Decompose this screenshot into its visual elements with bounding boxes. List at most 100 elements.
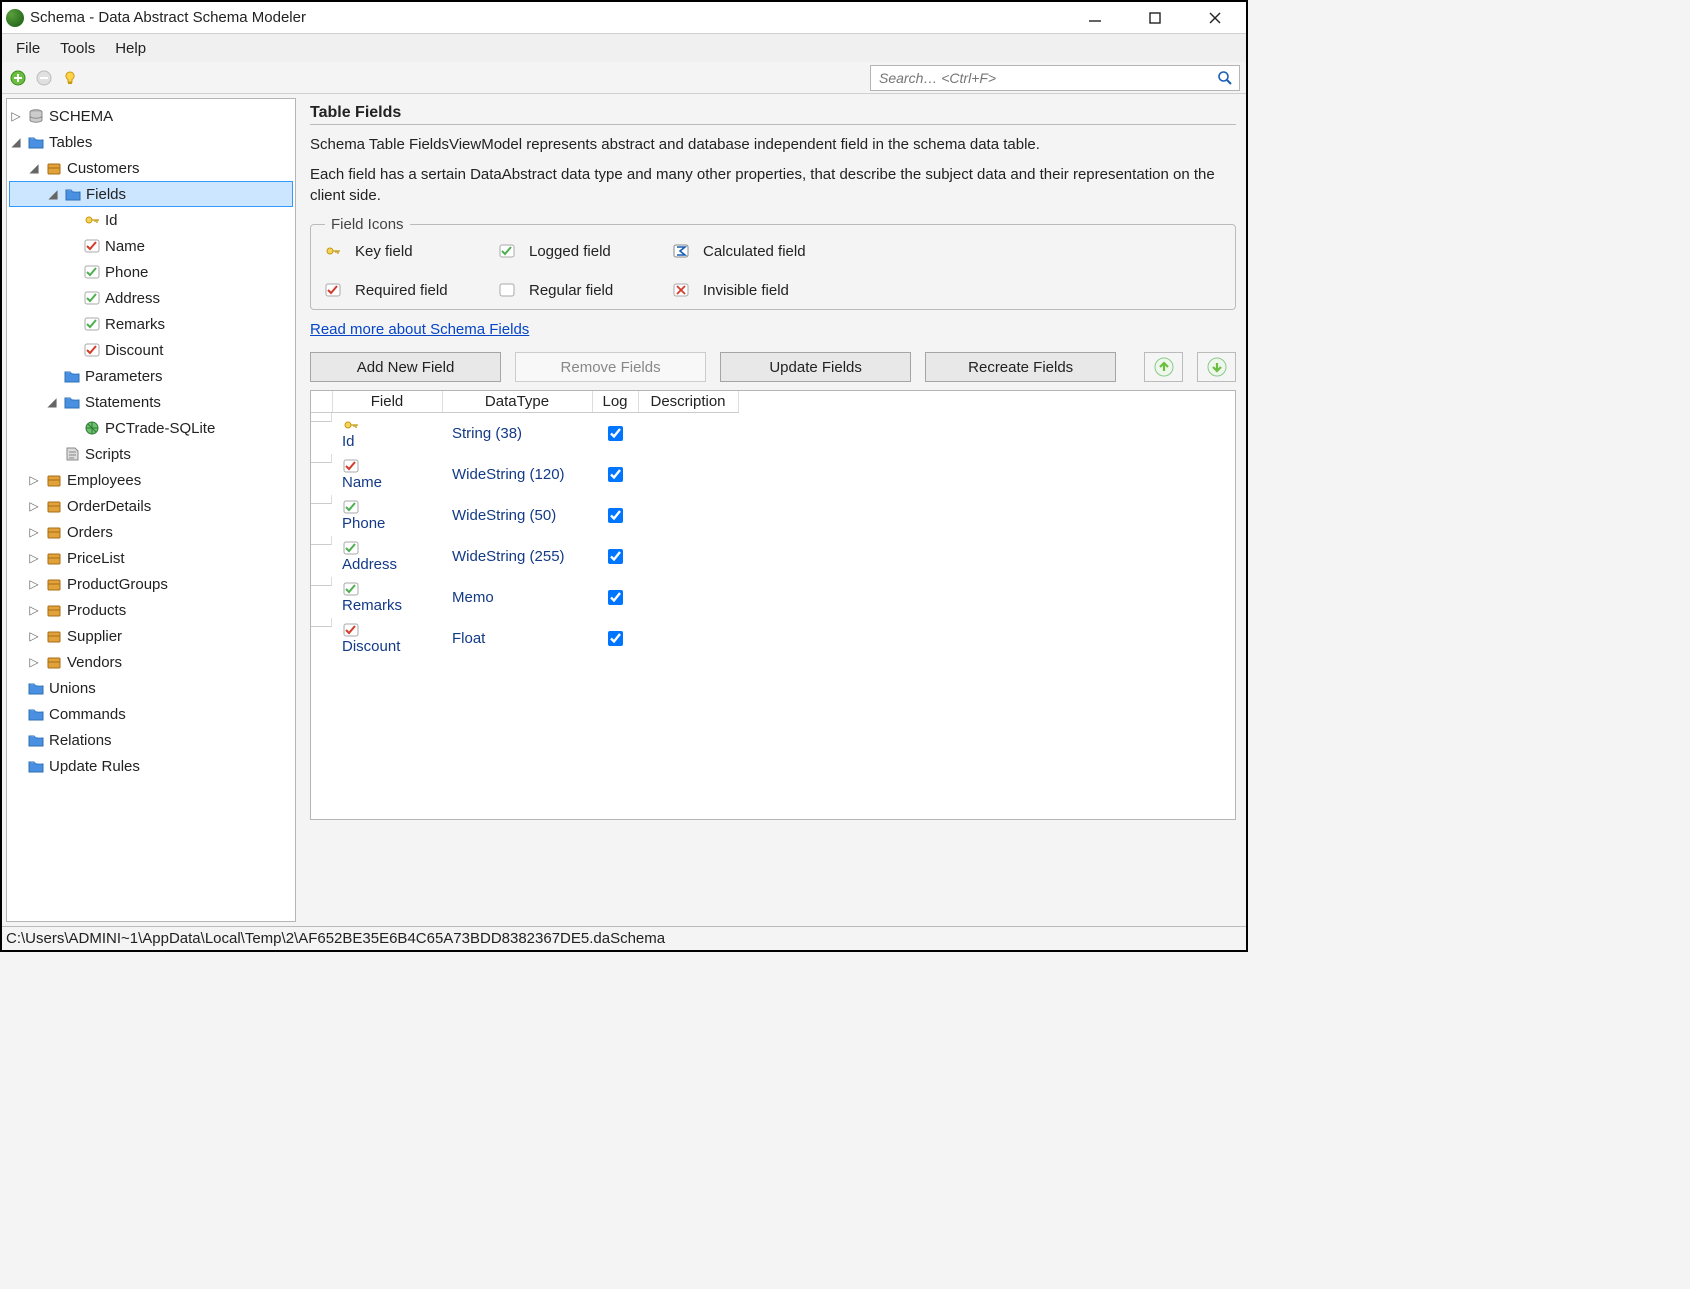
table-row[interactable]: PhoneWideString (50)	[311, 495, 738, 536]
tree-label[interactable]: Orders	[67, 524, 113, 541]
expand-toggle[interactable]: ▷	[27, 551, 41, 565]
tree-label[interactable]: Remarks	[105, 316, 165, 333]
icon-label: Key field	[355, 243, 413, 260]
readmore-link[interactable]: Read more about Schema Fields	[310, 321, 529, 338]
add-new-field-button[interactable]: Add New Field	[310, 352, 501, 382]
expand-toggle[interactable]: ▷	[9, 109, 23, 123]
folder-icon	[63, 394, 81, 410]
tree-label[interactable]: Statements	[85, 394, 161, 411]
grid-cell-log-checkbox[interactable]	[608, 631, 623, 646]
grid-row-handle[interactable]	[311, 495, 332, 504]
required-field-icon	[83, 342, 101, 358]
recreate-fields-button[interactable]: Recreate Fields	[925, 352, 1116, 382]
update-fields-button[interactable]: Update Fields	[720, 352, 911, 382]
table-icon	[45, 472, 63, 488]
table-icon	[45, 628, 63, 644]
table-row[interactable]: IdString (38)	[311, 413, 738, 455]
grid-row-handle[interactable]	[311, 536, 332, 545]
grid-header-datatype[interactable]: DataType	[442, 391, 592, 413]
grid-cell-log-checkbox[interactable]	[608, 549, 623, 564]
expand-toggle[interactable]: ◢	[45, 395, 59, 409]
tree-label[interactable]: Commands	[49, 706, 126, 723]
tree-label[interactable]: Address	[105, 290, 160, 307]
tree-label[interactable]: Fields	[86, 186, 126, 203]
grid-cell-field: Remarks	[342, 597, 402, 614]
tree-label[interactable]: Vendors	[67, 654, 122, 671]
grid-cell-datatype: String (38)	[452, 425, 522, 442]
maximize-button[interactable]	[1134, 4, 1176, 32]
expand-toggle[interactable]: ▷	[27, 499, 41, 513]
close-button[interactable]	[1194, 4, 1236, 32]
table-row[interactable]: DiscountFloat	[311, 618, 738, 659]
tree-label[interactable]: Name	[105, 238, 145, 255]
tree-label[interactable]: Phone	[105, 264, 148, 281]
grid-cell-log-checkbox[interactable]	[608, 508, 623, 523]
expand-toggle[interactable]: ▷	[27, 603, 41, 617]
tree-label[interactable]: Discount	[105, 342, 163, 359]
expand-toggle[interactable]: ◢	[27, 161, 41, 175]
window-title: Schema - Data Abstract Schema Modeler	[30, 9, 1074, 26]
grid-cell-log-checkbox[interactable]	[608, 467, 623, 482]
grid-header-log[interactable]: Log	[592, 391, 638, 413]
page-title: Table Fields	[310, 104, 1236, 125]
expand-toggle[interactable]: ▷	[27, 577, 41, 591]
tree-label[interactable]: Id	[105, 212, 118, 229]
grid-header-field[interactable]: Field	[332, 391, 442, 413]
tree-label[interactable]: Employees	[67, 472, 141, 489]
status-bar: C:\Users\ADMINI~1\AppData\Local\Temp\2\A…	[2, 926, 1246, 950]
tree-label[interactable]: Update Rules	[49, 758, 140, 775]
expand-toggle[interactable]: ◢	[46, 187, 60, 201]
table-row[interactable]: AddressWideString (255)	[311, 536, 738, 577]
tree-label[interactable]: Parameters	[85, 368, 163, 385]
grid-row-handle[interactable]	[311, 454, 332, 463]
grid-cell-log-checkbox[interactable]	[608, 426, 623, 441]
grid-row-handle[interactable]	[311, 413, 332, 422]
table-row[interactable]: Remarks Memo	[311, 577, 738, 618]
search-input[interactable]	[877, 69, 1217, 87]
toolbar-remove-button[interactable]	[34, 68, 54, 88]
search-icon	[1217, 70, 1233, 86]
navigation-tree[interactable]: ▷ SCHEMA ◢ Tables ◢ Customers ◢ Fields Id Na…	[6, 98, 296, 922]
tree-label[interactable]: Tables	[49, 134, 92, 151]
move-down-button[interactable]	[1197, 352, 1236, 382]
menu-file[interactable]: File	[6, 38, 50, 59]
tree-label[interactable]: SCHEMA	[49, 108, 113, 125]
tree-label[interactable]: Products	[67, 602, 126, 619]
table-row[interactable]: NameWideString (120)	[311, 454, 738, 495]
grid-row-handle[interactable]	[311, 618, 332, 627]
grid-cell-datatype: WideString (50)	[452, 507, 556, 524]
expand-toggle[interactable]: ◢	[9, 135, 23, 149]
fields-grid[interactable]: Field DataType Log Description IdString …	[310, 390, 1236, 820]
tree-label[interactable]: PriceList	[67, 550, 125, 567]
description-text: Each field has a sertain DataAbstract da…	[310, 165, 1236, 206]
expand-toggle[interactable]: ▷	[27, 655, 41, 669]
tree-label[interactable]: Scripts	[85, 446, 131, 463]
grid-cell-log-checkbox[interactable]	[608, 590, 623, 605]
toolbar-add-button[interactable]	[8, 68, 28, 88]
grid-cell-datatype: Memo	[452, 589, 494, 606]
move-up-button[interactable]	[1144, 352, 1183, 382]
tree-label[interactable]: Unions	[49, 680, 96, 697]
tree-label[interactable]: ProductGroups	[67, 576, 168, 593]
menu-help[interactable]: Help	[105, 38, 156, 59]
tree-label[interactable]: PCTrade-SQLite	[105, 420, 215, 437]
expand-toggle[interactable]: ▷	[27, 629, 41, 643]
field-type-icon	[342, 458, 360, 474]
folder-icon	[27, 732, 45, 748]
tree-label[interactable]: Customers	[67, 160, 140, 177]
menu-tools[interactable]: Tools	[50, 38, 105, 59]
toolbar-hint-button[interactable]	[60, 68, 80, 88]
table-icon	[45, 576, 63, 592]
grid-header-description[interactable]: Description	[638, 391, 738, 413]
grid-row-handle[interactable]	[311, 577, 332, 586]
expand-toggle[interactable]: ▷	[27, 525, 41, 539]
minimize-button[interactable]	[1074, 4, 1116, 32]
search-box[interactable]	[870, 65, 1240, 91]
tree-label[interactable]: Relations	[49, 732, 112, 749]
remove-fields-button[interactable]: Remove Fields	[515, 352, 706, 382]
tree-label[interactable]: Supplier	[67, 628, 122, 645]
tree-label[interactable]: OrderDetails	[67, 498, 151, 515]
logged-field-icon	[499, 243, 517, 259]
expand-toggle[interactable]: ▷	[27, 473, 41, 487]
folder-icon	[64, 186, 82, 202]
